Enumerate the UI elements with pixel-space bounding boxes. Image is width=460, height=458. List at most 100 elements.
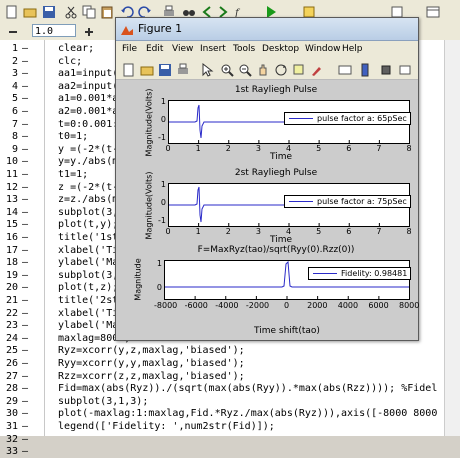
line-marker: – bbox=[22, 68, 29, 80]
copy-icon[interactable] bbox=[80, 3, 98, 21]
code-line[interactable]: Fid=max(abs(Ryz))./(sqrt(max(abs(Ryy)).*… bbox=[46, 382, 437, 395]
plot3-ylabel: Magnitude bbox=[133, 258, 143, 301]
line-marker: – bbox=[22, 433, 29, 445]
menu-insert[interactable]: Insert bbox=[200, 44, 226, 54]
editor-scrollbar[interactable] bbox=[444, 40, 460, 436]
code-line[interactable]: Rzz=xcorr(z,z,maxlag,'biased'); bbox=[46, 370, 245, 383]
code-line[interactable]: Ryy=xcorr(y,y,maxlag,'biased'); bbox=[46, 357, 245, 370]
line-marker: – bbox=[22, 106, 29, 117]
link-plot-icon[interactable] bbox=[336, 61, 354, 79]
line-marker: – bbox=[22, 421, 29, 432]
line-number: 16 bbox=[5, 232, 18, 243]
plot0-xtick-label: 4 bbox=[285, 144, 292, 153]
plot1-legend[interactable]: pulse factor a: 65pSec bbox=[284, 112, 411, 125]
figure-window[interactable]: Figure 1 File Edit View Insert Tools Des… bbox=[115, 17, 419, 341]
code-line[interactable]: legend(['Fidelity: ',num2str(Fid)]); bbox=[46, 420, 275, 433]
plot1-xtick-label: 7 bbox=[376, 227, 382, 236]
line-number: 12 bbox=[5, 181, 18, 193]
save-figure-icon[interactable] bbox=[156, 61, 174, 79]
plot2-xtick-label: -2000 bbox=[245, 301, 270, 310]
zoom-in-icon[interactable] bbox=[218, 61, 236, 79]
line-marker: – bbox=[22, 395, 29, 407]
plot3-axes[interactable] bbox=[164, 260, 410, 300]
line-number: 27 bbox=[5, 370, 18, 382]
plot2-xtick-label: 6000 bbox=[368, 301, 389, 310]
cell-increment-input[interactable]: 1.0 bbox=[32, 24, 76, 37]
line-marker: – bbox=[22, 257, 29, 269]
plot3-legend[interactable]: Fidelity: 0.98481 bbox=[308, 267, 412, 280]
line-number: 14 bbox=[5, 206, 18, 218]
plot1-xtick-label: 5 bbox=[316, 227, 322, 236]
code-line[interactable]: clear; bbox=[46, 42, 94, 55]
line-number: 5 bbox=[11, 93, 18, 105]
layout-icon[interactable] bbox=[424, 3, 442, 21]
menu-file[interactable]: File bbox=[122, 44, 137, 54]
code-line[interactable]: Ryz=xcorr(y,z,maxlag,'biased'); bbox=[46, 344, 245, 357]
line-marker: – bbox=[22, 118, 29, 130]
print-figure-icon[interactable] bbox=[174, 61, 192, 79]
plot2-xtick-label: 4000 bbox=[337, 301, 359, 310]
menu-view[interactable]: View bbox=[172, 44, 193, 54]
plot0-xtick-label: 6 bbox=[346, 144, 352, 153]
line-marker: – bbox=[22, 80, 29, 92]
plot2-xtick-label: 8000 bbox=[399, 301, 420, 310]
edit-plot-icon[interactable] bbox=[198, 61, 216, 79]
line-marker: – bbox=[22, 345, 29, 357]
line-number: 22 bbox=[5, 307, 18, 319]
plot3-xlabel: Time shift(tao) bbox=[254, 326, 320, 336]
plot1-xtick-label: 6 bbox=[346, 227, 352, 236]
plot1-xtick-label: 1 bbox=[195, 227, 201, 236]
line-number: 10 bbox=[5, 156, 18, 168]
zoom-out-icon[interactable] bbox=[236, 61, 254, 79]
line-number: 21 bbox=[5, 295, 18, 306]
pan-icon[interactable] bbox=[254, 61, 272, 79]
menu-desktop[interactable]: Desktop bbox=[262, 44, 299, 54]
matlab-logo-icon bbox=[120, 22, 134, 41]
cut-icon[interactable] bbox=[62, 3, 80, 21]
line-number: 33 bbox=[5, 446, 18, 458]
plot2-ytick-label: 1 bbox=[156, 259, 162, 268]
plot0-xtick-label: 3 bbox=[255, 144, 261, 153]
plot0-ytick-label: -1 bbox=[158, 133, 166, 142]
line-marker: – bbox=[22, 307, 29, 319]
menu-window[interactable]: Window bbox=[305, 44, 341, 54]
plot2-legend[interactable]: pulse factor a: 75pSec bbox=[284, 195, 411, 208]
figure-title: Figure 1 bbox=[138, 22, 183, 35]
plot1-xtick-label: 2 bbox=[225, 227, 231, 236]
new-file-icon[interactable] bbox=[3, 3, 21, 21]
plot0-xtick-label: 5 bbox=[316, 144, 322, 153]
menu-edit[interactable]: Edit bbox=[146, 44, 163, 54]
legend-toggle-icon[interactable] bbox=[378, 61, 396, 79]
line-number: 29 bbox=[5, 395, 18, 407]
plot2-ylabel: Magnitude(Volts) bbox=[144, 171, 154, 240]
open-folder-icon[interactable] bbox=[21, 3, 39, 21]
minus-icon[interactable] bbox=[4, 23, 22, 41]
paste-icon[interactable] bbox=[98, 3, 116, 21]
plus-icon[interactable] bbox=[80, 23, 98, 41]
new-figure-icon[interactable] bbox=[120, 61, 138, 79]
line-marker: – bbox=[22, 219, 29, 231]
line-number: 24 bbox=[5, 332, 18, 344]
menu-help[interactable]: Help bbox=[342, 44, 363, 54]
line-marker: – bbox=[22, 206, 29, 218]
menu-tools[interactable]: Tools bbox=[233, 44, 255, 54]
line-marker: – bbox=[22, 55, 29, 67]
open-figure-icon[interactable] bbox=[138, 61, 156, 79]
figure-titlebar[interactable]: Figure 1 bbox=[116, 18, 418, 41]
rotate-icon[interactable] bbox=[272, 61, 290, 79]
save-icon[interactable] bbox=[40, 3, 58, 21]
line-number: 9 bbox=[11, 143, 18, 155]
brush-icon[interactable] bbox=[308, 61, 326, 79]
colorbar-icon[interactable] bbox=[356, 61, 374, 79]
line-number: 30 bbox=[5, 408, 18, 420]
plot0-xtick-label: 8 bbox=[406, 144, 412, 153]
plot1-ytick-label: 1 bbox=[160, 180, 166, 189]
dock-icon[interactable] bbox=[396, 61, 414, 79]
code-line[interactable]: plot(-maxlag:1:maxlag,Fid.*Ryz./max(abs(… bbox=[46, 407, 437, 420]
plot0-xtick-label: 0 bbox=[165, 144, 171, 153]
code-line[interactable]: clc; bbox=[46, 55, 82, 68]
line-number: 18 bbox=[5, 257, 18, 269]
data-cursor-icon[interactable] bbox=[290, 61, 308, 79]
line-marker: – bbox=[22, 232, 29, 243]
code-line[interactable]: subplot(3,1,3); bbox=[46, 395, 148, 408]
